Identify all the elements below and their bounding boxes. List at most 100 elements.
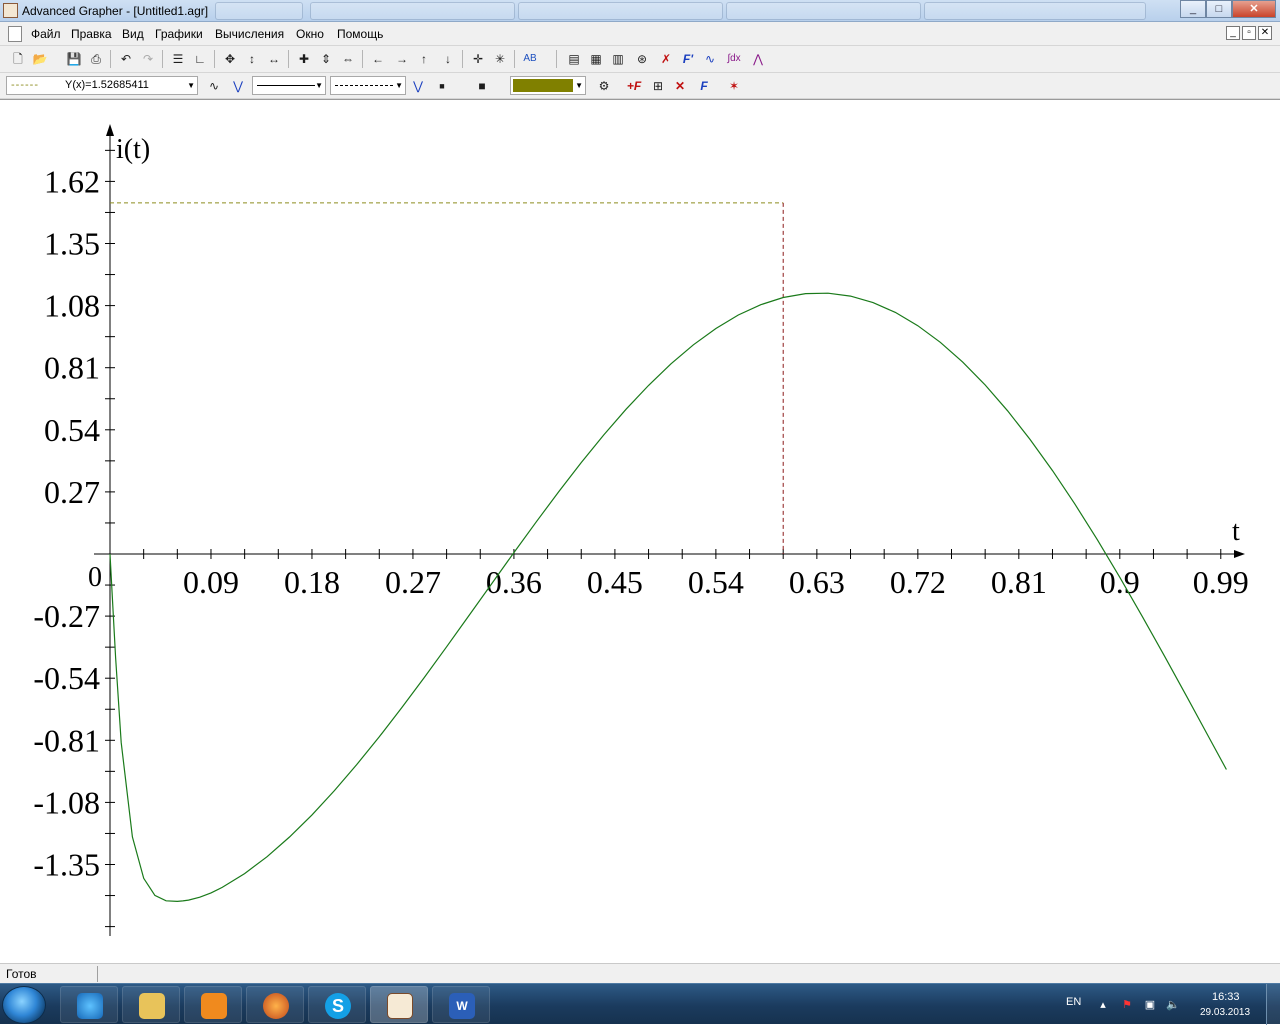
y-tick-label: 1.08 [44, 288, 100, 324]
status-text: Готов [6, 967, 37, 981]
mdi-restore-button[interactable]: ▫ [1242, 26, 1256, 40]
page-icon[interactable]: ▤ [564, 49, 584, 69]
menu-help[interactable]: Помощь [337, 27, 383, 41]
add-window-icon[interactable]: ⊞ [648, 76, 668, 96]
window-controls: _ □ ✕ [1180, 0, 1276, 18]
stretch-horizontal-icon[interactable]: ↔ [264, 49, 284, 69]
point-style-icon[interactable]: ⋁ [228, 76, 248, 96]
table-icon[interactable]: ▥ [608, 49, 628, 69]
media-player-icon [201, 993, 227, 1019]
line-dash-select[interactable]: ▼ [330, 76, 406, 95]
x-tick-label: 0.54 [688, 564, 744, 600]
background-tab [518, 2, 723, 20]
new-file-icon[interactable]: 🗋 [8, 49, 28, 69]
x-axis-label: t [1232, 516, 1240, 547]
shrink-vertical-icon[interactable]: ⇕ [316, 49, 336, 69]
fill-icon[interactable]: ■ [472, 76, 492, 96]
print-icon[interactable]: ⎙ [86, 49, 106, 69]
advanced-grapher-taskbar-button[interactable] [370, 986, 428, 1023]
line-style-select[interactable]: ▼ [252, 76, 326, 95]
center-icon[interactable]: ✛ [468, 49, 488, 69]
tray-expand-icon[interactable]: ▴ [1096, 998, 1110, 1012]
mdi-minimize-button[interactable]: _ [1226, 26, 1240, 40]
menu-file[interactable]: Файл [31, 27, 61, 41]
marker-size-icon[interactable]: ■ [432, 76, 452, 96]
minimize-button[interactable]: _ [1180, 0, 1206, 18]
clock-time[interactable]: 16:33 [1212, 991, 1240, 1003]
main-toolbar: 🗋 📂 💾 ⎙ ↶ ↷ ☰ ∟ ✥ ↕ ↔ ✚ ⇕ ⇔ ← → ↑ ↓ ✛ ✳ … [0, 46, 1280, 73]
language-indicator[interactable]: EN [1066, 996, 1081, 1008]
x-tick-label: 0.63 [789, 564, 845, 600]
axes-icon[interactable]: ∟ [190, 49, 210, 69]
redo-icon[interactable]: ↷ [138, 49, 158, 69]
intersection-icon[interactable]: ✗ [656, 49, 676, 69]
scroll-left-icon[interactable]: ← [368, 49, 388, 69]
delete-graph-icon[interactable]: ✕ [670, 76, 690, 96]
menu-edit[interactable]: Правка [71, 27, 112, 41]
analysis-icon[interactable]: ⊛ [632, 49, 652, 69]
word-taskbar-button[interactable]: W [432, 986, 490, 1023]
skype-taskbar-button[interactable]: S [308, 986, 366, 1023]
graph-area[interactable]: i(t) t 0 0.09 0.18 0.27 0.36 0.45 0.54 0.63 0.72 0.… [0, 99, 1280, 963]
network-icon[interactable]: ▣ [1143, 998, 1157, 1012]
menu-window[interactable]: Окно [296, 27, 324, 41]
maximize-button[interactable]: □ [1206, 0, 1232, 18]
x-tick-label: 0.9 [1100, 564, 1140, 600]
zoom-in-icon[interactable]: ✚ [294, 49, 314, 69]
dash-sample: ------ [11, 79, 39, 91]
calculator-icon[interactable]: ▦ [586, 49, 606, 69]
y-tick-label: -1.08 [33, 784, 100, 820]
derivative-icon[interactable]: F' [678, 49, 698, 69]
curve-style-icon[interactable]: ∿ [204, 76, 224, 96]
close-button[interactable]: ✕ [1232, 0, 1276, 18]
y-tick-label: 1.62 [44, 163, 100, 199]
document-icon[interactable] [8, 26, 22, 42]
fit-icon[interactable]: ✳ [490, 49, 510, 69]
media-player-taskbar-button[interactable] [184, 986, 242, 1023]
edit-graph-icon[interactable]: F [694, 76, 714, 96]
y-tick-label: -0.81 [33, 722, 100, 758]
ie-taskbar-button[interactable] [60, 986, 118, 1023]
properties-icon[interactable]: ⚙ [594, 76, 614, 96]
area-icon[interactable]: ⋀ [748, 49, 768, 69]
save-icon[interactable]: 💾 [64, 49, 84, 69]
add-graph-icon[interactable]: +F [624, 76, 644, 96]
scroll-down-icon[interactable]: ↓ [438, 49, 458, 69]
graph-canvas[interactable]: i(t) t 0 0.09 0.18 0.27 0.36 0.45 0.54 0.63 0.72 0.… [0, 100, 1280, 964]
action-center-icon[interactable]: ⚑ [1120, 998, 1134, 1012]
mdi-close-button[interactable]: ✕ [1258, 26, 1272, 40]
move-icon[interactable]: ✥ [220, 49, 240, 69]
y-axis-arrow [106, 124, 114, 136]
scroll-right-icon[interactable]: → [392, 49, 412, 69]
firefox-taskbar-button[interactable] [246, 986, 304, 1023]
menu-calculations[interactable]: Вычисления [215, 27, 284, 41]
text-label-icon[interactable]: AB [520, 49, 540, 69]
scroll-up-icon[interactable]: ↑ [414, 49, 434, 69]
tangent-icon[interactable]: ∿ [700, 49, 720, 69]
status-bar: Готов [0, 963, 1280, 983]
stretch-vertical-icon[interactable]: ↕ [242, 49, 262, 69]
word-icon: W [449, 993, 475, 1019]
marker-icon[interactable]: ⋁ [408, 76, 428, 96]
shrink-horizontal-icon[interactable]: ⇔ [338, 49, 358, 69]
undo-icon[interactable]: ↶ [116, 49, 136, 69]
menu-view[interactable]: Вид [122, 27, 144, 41]
explorer-taskbar-button[interactable] [122, 986, 180, 1023]
title-bar: Advanced Grapher - [Untitled1.agr] _ □ ✕ [0, 0, 1280, 22]
graph-select[interactable]: ------ Y(x)=1.52685411 ▼ [6, 76, 198, 95]
integral-icon[interactable]: ∫dx [724, 49, 744, 69]
taskbar: S W EN ▴ ⚑ ▣ 🔈 16:33 29.03.2013 [0, 983, 1280, 1025]
folder-icon [139, 993, 165, 1019]
background-tab [310, 2, 515, 20]
y-tick-label: -0.54 [33, 660, 100, 696]
show-desktop-button[interactable] [1266, 984, 1280, 1025]
open-folder-icon[interactable]: 📂 [30, 49, 50, 69]
trace-icon[interactable]: ✶ [724, 76, 744, 96]
volume-icon[interactable]: 🔈 [1166, 998, 1180, 1012]
start-button[interactable] [2, 986, 46, 1024]
menu-graphs[interactable]: Графики [155, 27, 203, 41]
clock-date[interactable]: 29.03.2013 [1200, 1007, 1250, 1018]
color-select[interactable]: ▼ [510, 76, 586, 95]
graph-list-icon[interactable]: ☰ [168, 49, 188, 69]
x-tick-label: 0.36 [486, 564, 542, 600]
